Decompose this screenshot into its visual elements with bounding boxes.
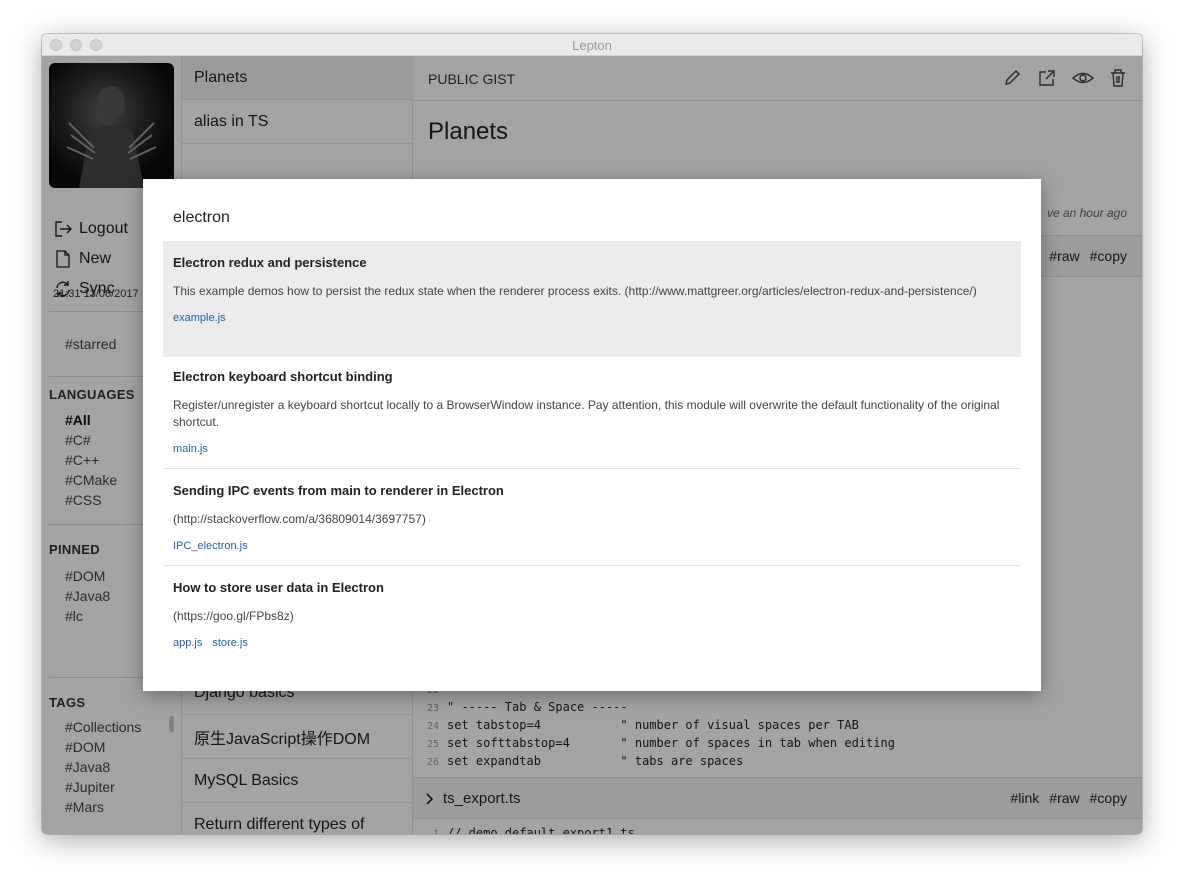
app-window: Lepton Logout New Sync 21:31 13/08/2017 … [42, 34, 1142, 834]
result-files: IPC_electron.js [173, 540, 1011, 552]
window-title: Lepton [572, 38, 612, 53]
result-title: How to store user data in Electron [173, 580, 384, 595]
result-description: Register/unregister a keyboard shortcut … [173, 398, 1000, 429]
search-result[interactable]: How to store user data in Electron (http… [163, 566, 1021, 661]
search-input[interactable] [173, 209, 673, 227]
search-result[interactable]: Electron redux and persistence This exam… [163, 241, 1021, 357]
modal-backdrop[interactable]: Electron redux and persistence This exam… [42, 56, 1142, 834]
file-link[interactable]: app.js [173, 637, 202, 649]
result-description: (https://goo.gl/FPbs8z) [173, 609, 294, 623]
file-link[interactable]: IPC_electron.js [173, 540, 248, 552]
search-result[interactable]: Sending IPC events from main to renderer… [163, 469, 1021, 566]
file-link[interactable]: main.js [173, 443, 208, 455]
search-modal: Electron redux and persistence This exam… [143, 179, 1041, 691]
result-title: Electron redux and persistence [173, 255, 367, 270]
title-bar: Lepton [42, 34, 1142, 56]
result-title: Sending IPC events from main to renderer… [173, 483, 504, 498]
file-link[interactable]: example.js [173, 312, 226, 324]
result-title: Electron keyboard shortcut binding [173, 369, 393, 384]
file-link[interactable]: store.js [212, 637, 247, 649]
result-files: app.js store.js [173, 637, 1011, 649]
search-result[interactable]: Electron keyboard shortcut binding Regis… [163, 355, 1021, 469]
result-files: example.js [173, 312, 1011, 324]
result-files: main.js [173, 443, 1011, 455]
result-description: This example demos how to persist the re… [173, 284, 977, 298]
result-description: (http://stackoverflow.com/a/36809014/369… [173, 512, 426, 526]
